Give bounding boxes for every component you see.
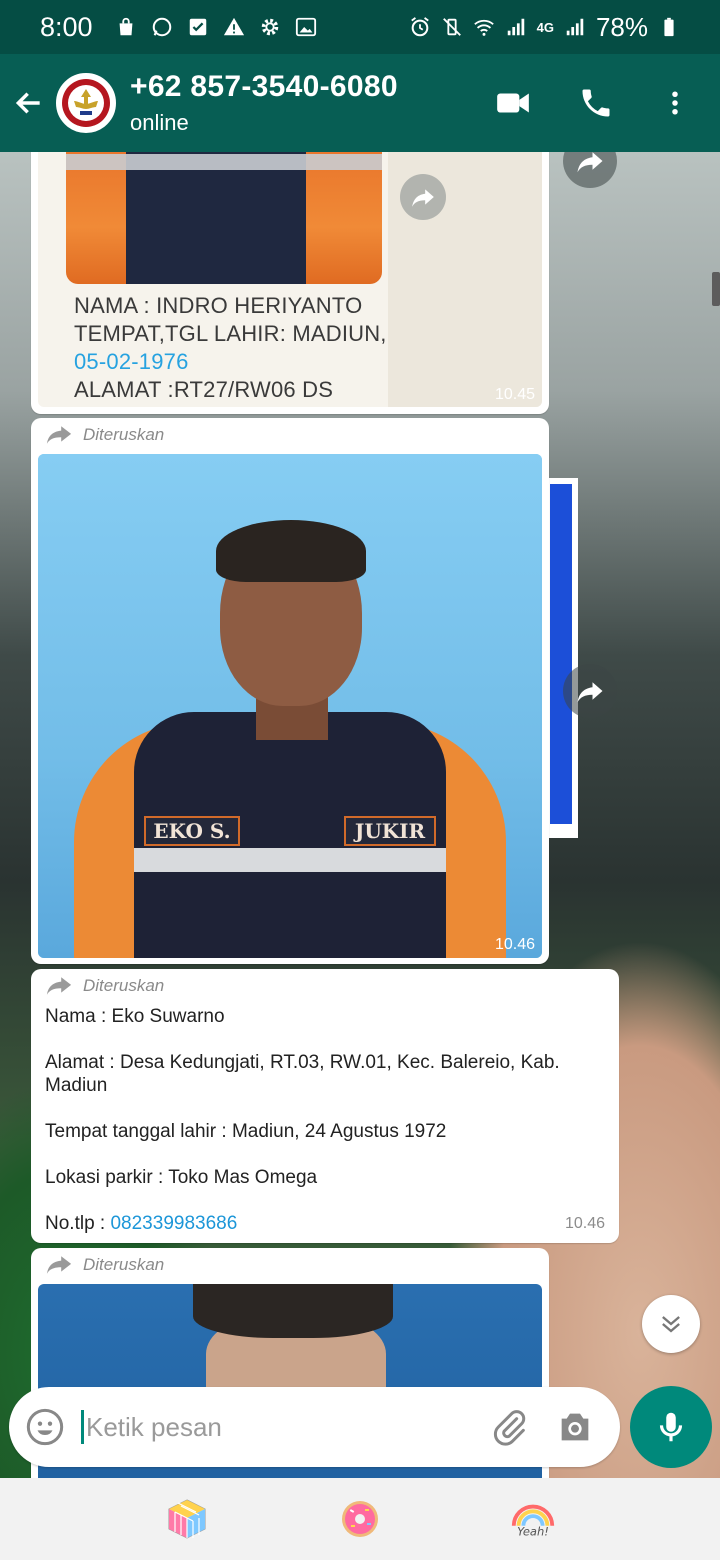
image-icon	[295, 17, 316, 37]
chat-area[interactable]: NAMA : INDRO HERIYANTO TEMPAT,TGL LAHIR:…	[0, 152, 720, 1478]
voice-call-icon[interactable]	[578, 85, 614, 121]
forward-button[interactable]	[563, 152, 617, 188]
whatsapp-icon	[152, 17, 171, 37]
message-image[interactable]: NAMA : INDRO HERIYANTO TEMPAT,TGL LAHIR:…	[38, 152, 542, 407]
voice-record-button[interactable]	[630, 1386, 712, 1468]
network-type: 4G	[536, 19, 554, 35]
yeah-rainbow-sticker-icon[interactable]: Yeah!	[509, 1495, 557, 1543]
message-input[interactable]	[86, 1411, 466, 1443]
shopping-bag-icon	[119, 17, 132, 36]
image-message[interactable]: Diteruskan EKO S. JUKIR 10.46	[31, 418, 549, 964]
emoji-button[interactable]	[9, 1387, 81, 1467]
back-arrow-icon	[15, 92, 40, 114]
contact-name: +62 857-3540-6080	[130, 70, 398, 103]
contact-info[interactable]: +62 857-3540-6080 online	[130, 70, 398, 136]
alarm-icon	[410, 17, 429, 37]
forwarded-icon	[46, 977, 72, 995]
chevron-double-down-icon	[662, 1316, 680, 1333]
date-link: 05-02-1976	[74, 349, 189, 374]
forward-icon	[400, 174, 446, 220]
scrollbar[interactable]	[712, 272, 720, 306]
vest-tag: EKO S.	[144, 816, 240, 846]
text-cursor	[81, 1410, 84, 1444]
vest-tag: JUKIR	[344, 816, 436, 846]
text-message[interactable]: Diteruskan Nama : Eko Suwarno Alamat : D…	[31, 969, 619, 1243]
signal-icon	[507, 18, 524, 36]
forwarded-label: Diteruskan	[31, 969, 619, 1003]
message-composer	[9, 1387, 620, 1467]
message-line: Nama : Eko Suwarno	[45, 1006, 225, 1027]
battery-icon	[664, 17, 674, 37]
message-text: Nama : Eko Suwarno Alamat : Desa Kedungj…	[31, 1003, 619, 1235]
status-bar: 8:00 4G 78%	[0, 0, 720, 54]
attach-button[interactable]	[480, 1407, 540, 1447]
camera-icon	[561, 1413, 589, 1441]
forwarded-label: Diteruskan	[31, 1248, 549, 1282]
emblem-icon	[59, 76, 113, 130]
status-time: 8:00	[40, 11, 93, 42]
image-text: NAMA : INDRO HERIYANTO TEMPAT,TGL LAHIR:…	[74, 293, 387, 402]
vibrate-mute-icon	[442, 18, 461, 36]
emoji-icon	[26, 1408, 64, 1446]
camera-button[interactable]	[540, 1407, 610, 1447]
scroll-to-bottom-button[interactable]	[642, 1295, 700, 1353]
avatar[interactable]	[56, 73, 116, 133]
message-image[interactable]: EKO S. JUKIR	[38, 454, 542, 958]
forward-icon	[577, 152, 603, 173]
forwarded-icon	[46, 1256, 72, 1274]
message-time: 10.45	[494, 386, 535, 403]
sticker-suggestion-bar: Yeah!	[0, 1478, 720, 1560]
background-photo-card	[548, 478, 578, 838]
message-line: Alamat : Desa Kedungjati, RT.03, RW.01, …	[45, 1052, 560, 1096]
paperclip-icon	[493, 1410, 526, 1446]
video-call-icon[interactable]	[494, 84, 532, 122]
forwarded-icon	[46, 426, 72, 444]
forward-button[interactable]	[563, 664, 617, 718]
contact-status: online	[130, 110, 189, 135]
message-time: 10.46	[564, 1215, 605, 1232]
message-line: No.tlp : 082339983686	[45, 1213, 238, 1234]
message-line: Tempat tanggal lahir : Madiun, 24 Agustu…	[45, 1121, 447, 1142]
back-button[interactable]	[2, 54, 56, 152]
image-message[interactable]: NAMA : INDRO HERIYANTO TEMPAT,TGL LAHIR:…	[31, 152, 549, 414]
wifi-icon	[473, 19, 494, 36]
settings-icon	[261, 18, 278, 36]
donut-sticker-icon[interactable]	[336, 1495, 384, 1543]
message-line: Lokasi parkir : Toko Mas Omega	[45, 1167, 318, 1188]
checkbox-icon	[189, 18, 206, 36]
svg-text:Yeah!: Yeah!	[517, 1524, 549, 1538]
message-time: 10.46	[494, 936, 535, 953]
battery-percent: 78%	[595, 11, 648, 42]
rubiks-cube-sticker-icon[interactable]	[163, 1495, 211, 1543]
more-options-icon[interactable]	[660, 85, 690, 121]
forward-icon	[577, 682, 603, 703]
warning-icon	[223, 17, 244, 36]
microphone-icon	[659, 1412, 683, 1442]
forwarded-label: Diteruskan	[31, 418, 549, 452]
phone-link[interactable]: 082339983686	[110, 1213, 237, 1234]
signal-icon	[566, 18, 584, 36]
chat-header: +62 857-3540-6080 online	[0, 54, 720, 152]
